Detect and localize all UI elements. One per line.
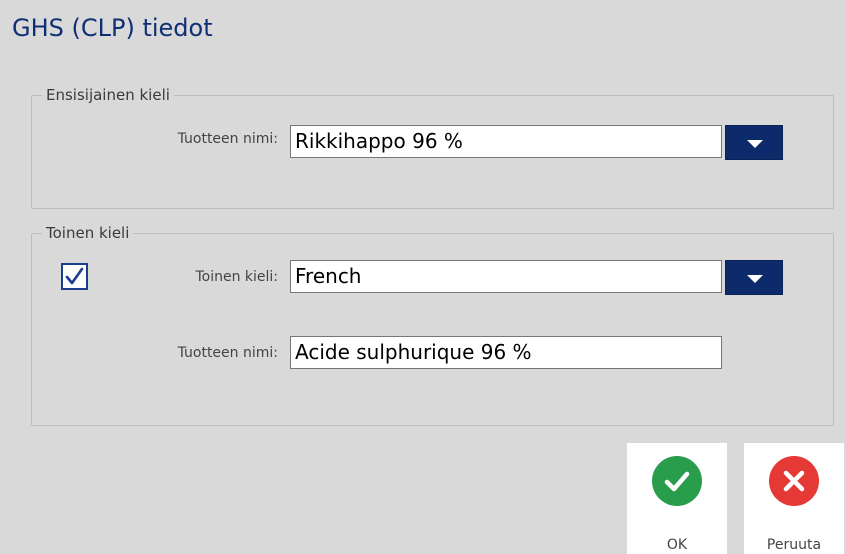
secondary-language-legend: Toinen kieli	[46, 224, 130, 242]
primary-product-name-field[interactable]: Rikkihappo 96 %	[290, 125, 722, 158]
checkmark-icon	[65, 267, 84, 285]
ok-button[interactable]: OK	[627, 443, 727, 554]
secondary-language-group: Toinen kieli	[31, 224, 834, 426]
dialog-title: GHS (CLP) tiedot	[12, 14, 213, 42]
secondary-product-name-label: Tuotteen nimi:	[177, 345, 278, 361]
primary-product-name-label: Tuotteen nimi:	[177, 131, 278, 147]
secondary-language-dropdown-button[interactable]	[725, 260, 783, 295]
primary-language-legend: Ensisijainen kieli	[46, 86, 170, 104]
chevron-down-icon	[747, 140, 763, 148]
ok-button-label: OK	[666, 537, 688, 553]
cancel-button-label: Peruuta	[766, 537, 822, 553]
secondary-language-label: Toinen kieli:	[195, 269, 278, 285]
check-circle-icon	[652, 456, 702, 506]
secondary-product-name-field[interactable]: Acide sulphurique 96 %	[290, 336, 722, 369]
secondary-language-field[interactable]: French	[290, 260, 722, 293]
secondary-language-checkbox[interactable]	[61, 263, 88, 290]
primary-product-dropdown-button[interactable]	[725, 125, 783, 160]
cancel-button[interactable]: Peruuta	[744, 443, 844, 554]
close-circle-icon	[769, 456, 819, 506]
chevron-down-icon	[747, 275, 763, 283]
